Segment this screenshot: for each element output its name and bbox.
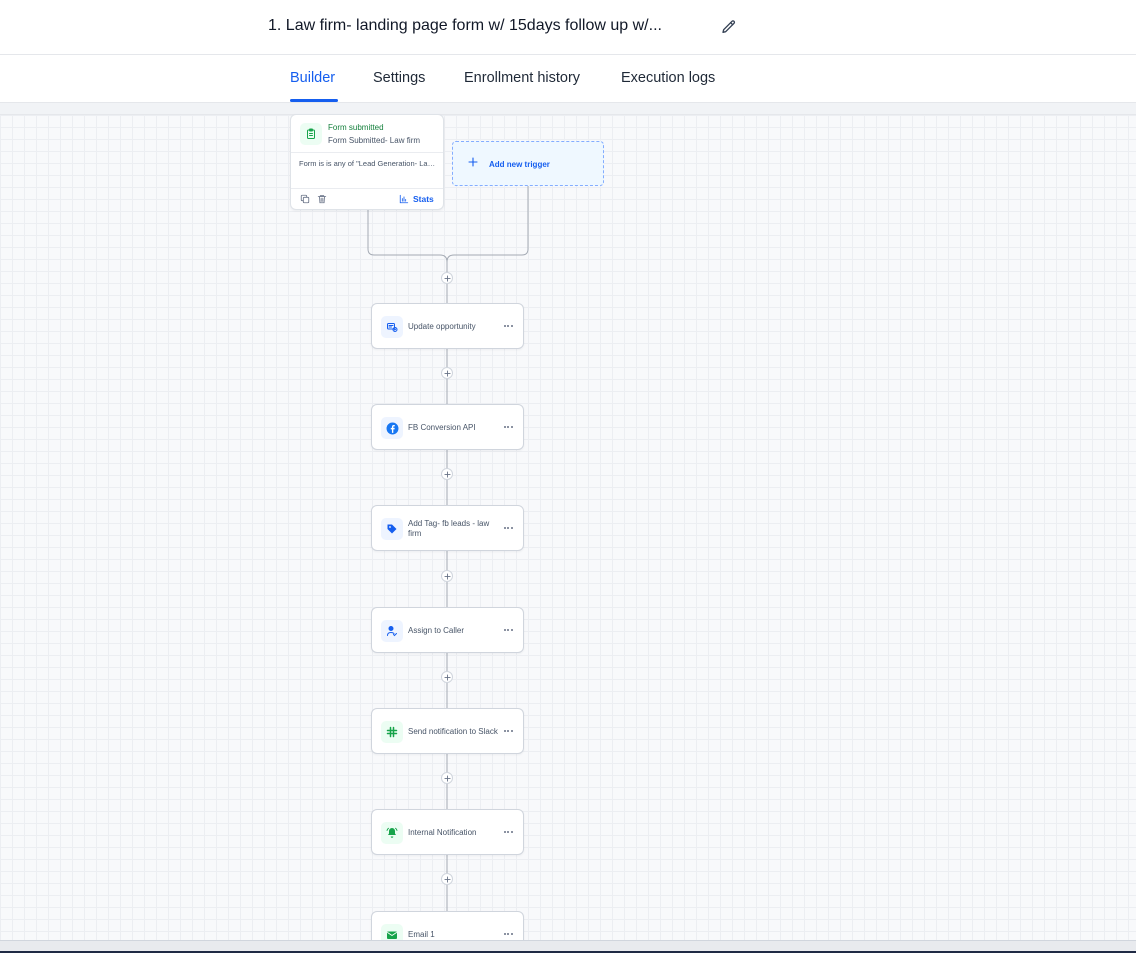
- action-more-menu[interactable]: [501, 422, 515, 432]
- opportunity-icon: [387, 323, 398, 332]
- action-icon-container: [381, 518, 403, 540]
- add-action-button[interactable]: [441, 570, 453, 582]
- active-tab-indicator: [290, 99, 338, 102]
- edit-title-button[interactable]: [719, 17, 739, 37]
- action-icon-container: [381, 620, 403, 642]
- trigger-card[interactable]: Form submitted Form Submitted- Law firm …: [290, 114, 444, 210]
- plus-icon: [443, 369, 451, 377]
- workflow-header: 1. Law firm- landing page form w/ 15days…: [0, 0, 1136, 55]
- workflow-tabs: Builder Settings Enrollment history Exec…: [0, 55, 1136, 103]
- action-icon-container: [381, 316, 403, 338]
- add-trigger-label: Add new trigger: [489, 160, 550, 169]
- action-icon-container: [381, 822, 403, 844]
- trigger-stats-button[interactable]: Stats: [399, 193, 434, 205]
- trigger-type-label: Form submitted: [328, 123, 384, 132]
- divider: [291, 152, 443, 153]
- duplicate-trigger-button[interactable]: [299, 193, 311, 205]
- trigger-filter: Form is is any of "Lead Generation- Law …: [299, 159, 437, 168]
- trigger-name: Form Submitted- Law firm: [328, 136, 421, 145]
- workflow-canvas[interactable]: Form submitted Form Submitted- Law firm …: [0, 103, 1136, 940]
- action-label: Assign to Caller: [408, 626, 465, 635]
- action-card-update-opportunity[interactable]: Update opportunity: [371, 303, 524, 349]
- bell-icon: [386, 827, 398, 838]
- plus-icon: [443, 470, 451, 478]
- trigger-icon-container: [300, 123, 322, 145]
- delete-trigger-button[interactable]: [316, 193, 328, 205]
- user-assign-icon: [387, 626, 397, 637]
- clipboard-icon: [307, 128, 315, 139]
- plus-icon: [443, 875, 451, 883]
- trash-icon: [317, 195, 327, 204]
- action-icon-container: [381, 924, 403, 940]
- action-more-menu[interactable]: [501, 929, 515, 939]
- bar-chart-icon: [399, 194, 409, 204]
- workflow-title[interactable]: 1. Law firm- landing page form w/ 15days…: [268, 17, 662, 35]
- facebook-icon: [386, 422, 398, 434]
- plus-icon: [466, 155, 480, 169]
- action-label: Internal Notification: [408, 828, 477, 837]
- action-card-add-tag[interactable]: Add Tag- fb leads - law firm: [371, 505, 524, 551]
- pencil-icon: [722, 20, 736, 33]
- action-icon-container: [381, 721, 403, 743]
- action-more-menu[interactable]: [501, 625, 515, 635]
- tab-execution-logs[interactable]: Execution logs: [621, 70, 715, 86]
- tag-icon: [387, 524, 397, 534]
- tab-settings[interactable]: Settings: [373, 70, 425, 86]
- action-label: FB Conversion API: [408, 423, 476, 432]
- action-card-slack-notification[interactable]: Send notification to Slack: [371, 708, 524, 754]
- action-label: Email 1: [408, 930, 435, 939]
- add-action-button[interactable]: [441, 873, 453, 885]
- action-icon-container: [381, 417, 403, 439]
- plus-icon: [443, 673, 451, 681]
- action-more-menu[interactable]: [501, 523, 515, 533]
- add-action-button[interactable]: [441, 468, 453, 480]
- action-more-menu[interactable]: [501, 726, 515, 736]
- workflow-connectors: [367, 186, 529, 940]
- plus-icon: [443, 774, 451, 782]
- stats-label: Stats: [413, 194, 434, 204]
- add-action-button[interactable]: [441, 671, 453, 683]
- horizontal-scrollbar[interactable]: [0, 940, 1136, 953]
- action-card-fb-conversion-api[interactable]: FB Conversion API: [371, 404, 524, 450]
- action-label: Update opportunity: [408, 322, 476, 331]
- plus-icon: [443, 572, 451, 580]
- add-action-button[interactable]: [441, 367, 453, 379]
- tab-builder[interactable]: Builder: [290, 70, 335, 86]
- add-new-trigger-button[interactable]: Add new trigger: [452, 141, 604, 186]
- action-more-menu[interactable]: [501, 827, 515, 837]
- slack-icon: [386, 726, 398, 738]
- action-card-internal-notification[interactable]: Internal Notification: [371, 809, 524, 855]
- copy-icon: [300, 194, 310, 204]
- divider: [291, 188, 443, 189]
- action-card-email-1[interactable]: Email 1: [371, 911, 524, 940]
- action-label: Add Tag- fb leads - law firm: [408, 519, 490, 538]
- email-icon: [387, 931, 397, 939]
- tab-enrollment-history[interactable]: Enrollment history: [464, 70, 580, 86]
- action-card-assign-to-caller[interactable]: Assign to Caller: [371, 607, 524, 653]
- action-more-menu[interactable]: [501, 321, 515, 331]
- action-label: Send notification to Slack: [408, 727, 498, 736]
- plus-icon: [443, 274, 451, 282]
- add-action-button[interactable]: [441, 772, 453, 784]
- add-action-button[interactable]: [441, 272, 453, 284]
